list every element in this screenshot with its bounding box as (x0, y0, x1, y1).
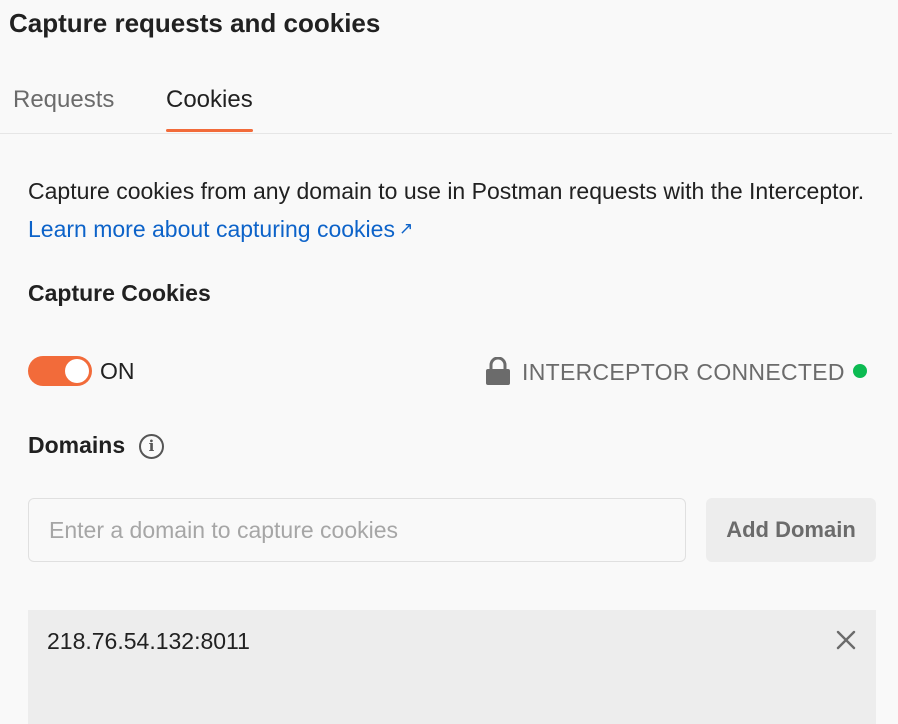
page-title: Capture requests and cookies (9, 8, 381, 38)
info-icon[interactable]: i (139, 434, 164, 459)
capture-cookies-heading: Capture Cookies (28, 280, 211, 306)
domain-item: 218.76.54.132:8011 (47, 628, 250, 654)
description-text: Capture cookies from any domain to use i… (28, 178, 865, 204)
tab-bar: Requests Cookies (0, 82, 892, 134)
close-icon[interactable] (834, 628, 858, 652)
learn-more-link[interactable]: Learn more about capturing cookies ↗ (28, 216, 413, 242)
tab-cookies-label: Cookies (166, 86, 253, 113)
toggle-knob (65, 359, 89, 383)
external-link-icon: ↗ (398, 219, 414, 238)
toggle-state-label: ON (100, 358, 135, 384)
active-tab-indicator (166, 129, 253, 132)
add-domain-button[interactable]: Add Domain (706, 498, 876, 562)
lock-icon (486, 357, 510, 385)
tab-cookies[interactable]: Cookies (166, 82, 253, 134)
domain-list: 218.76.54.132:8011 (28, 610, 876, 724)
capture-cookies-toggle[interactable] (28, 356, 92, 386)
description: Capture cookies from any domain to use i… (28, 172, 878, 248)
tab-requests[interactable]: Requests (13, 82, 114, 134)
domains-heading: Domains (28, 432, 126, 458)
domain-input[interactable] (28, 498, 686, 562)
interceptor-status: INTERCEPTOR CONNECTED (522, 359, 845, 385)
status-indicator-dot (853, 364, 867, 378)
